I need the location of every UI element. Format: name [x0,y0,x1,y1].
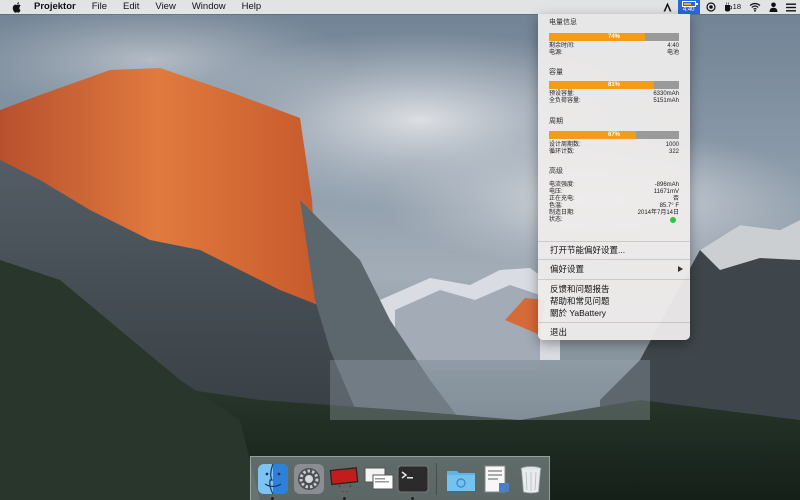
info-key: 循环计数: [549,149,575,155]
menu-separator [538,259,690,260]
menu-separator [538,279,690,280]
info-value: 322 [668,149,679,155]
quit-item[interactable]: 退出 [538,326,690,338]
power-percent-label: 74% [607,34,620,40]
tray-item-a[interactable] [659,0,676,14]
info-row: 状态: [549,216,679,224]
info-row: 循环计数: 322 [549,148,679,156]
menu-separator [538,241,690,242]
capacity-title: 容量 [549,69,563,76]
menu-item-label: 退出 [550,327,568,337]
tray-item-user[interactable] [765,0,782,14]
capacity-bar: 81% [549,81,679,89]
battery-icon [681,1,698,7]
coffee-cup-icon [724,2,732,12]
apple-icon[interactable] [12,1,22,13]
wifi-icon [749,2,761,12]
cycles-percent-label: 67% [607,132,620,138]
tray-item-menu[interactable] [782,0,800,14]
terminal-icon[interactable] [397,463,429,495]
menu-separator [538,322,690,323]
system-preferences-icon[interactable] [293,463,325,495]
projektor-icon[interactable] [329,463,361,495]
menu-help[interactable]: Help [242,0,262,14]
cycles-bar: 67% [549,131,679,139]
screens-icon[interactable] [363,463,395,495]
menu-item-label: 帮助和常见问题 [550,296,610,306]
capacity-percent-label: 81% [607,82,620,88]
cycles-title: 周期 [549,118,563,125]
about-item[interactable]: 關於 YaBattery [538,307,690,319]
app-menu-projektor[interactable]: Projektor [34,0,76,14]
menu-item-label: 偏好设置 [550,264,585,274]
dock [250,456,550,500]
menu-item-label: 關於 YaBattery [550,308,607,318]
feedback-item[interactable]: 反馈和问题报告 [538,283,690,295]
list-menu-icon [786,3,796,11]
folder-icon[interactable] [445,463,477,495]
record-icon [706,2,716,12]
tray-item-record[interactable] [702,0,720,14]
status-ok-icon [670,217,676,223]
help-faq-item[interactable]: 帮助和常见问题 [538,295,690,307]
info-key: 全负荷容量: [549,98,581,104]
menu-file[interactable]: File [92,0,107,14]
battery-time: 4:40 [682,7,695,13]
finder-icon[interactable] [257,463,289,495]
user-icon [769,2,778,12]
power-level-bar: 74% [549,33,679,41]
menu-item-label: 打开节能偏好设置... [550,245,626,255]
tray-item-wifi[interactable] [745,0,765,14]
battery-dropdown-menu: 电量信息 74% 剩余时间: 4:40 电源: 电池 容量 81% 预设容量: … [538,14,690,340]
advanced-title: 高级 [549,168,563,175]
battery-level-fill [683,3,692,5]
power-info-title: 电量信息 [549,19,577,26]
open-energy-prefs-item[interactable]: 打开节能偏好设置... [538,244,690,256]
info-key: 状态: [549,217,563,223]
a-letter-icon [663,2,672,12]
menu-window[interactable]: Window [192,0,226,14]
menu-bar: Projektor File Edit View Window Help 4:4… [0,0,800,14]
menu-edit[interactable]: Edit [123,0,139,14]
battery-menu-extra[interactable]: 4:40 [677,0,700,14]
menu-list: Projektor File Edit View Window Help [34,0,261,14]
trash-icon[interactable] [515,463,547,495]
dock-divider [436,463,437,495]
tray-count: 18 [732,2,741,11]
tray-item-cup[interactable]: 18 [720,0,745,14]
preferences-item[interactable]: 偏好设置 [538,263,690,275]
menu-item-label: 反馈和问题报告 [550,284,610,294]
info-value: 电池 [666,50,679,56]
info-row: 电源: 电池 [549,49,679,57]
info-row: 全负荷容量: 5151mAh [549,97,679,105]
submenu-arrow-icon [678,266,683,272]
preview-icon[interactable] [481,463,513,495]
menu-view[interactable]: View [155,0,175,14]
info-key: 电源: [549,50,563,56]
info-value: 5151mAh [653,98,679,104]
status-tray: 4:40 18 [659,0,800,14]
